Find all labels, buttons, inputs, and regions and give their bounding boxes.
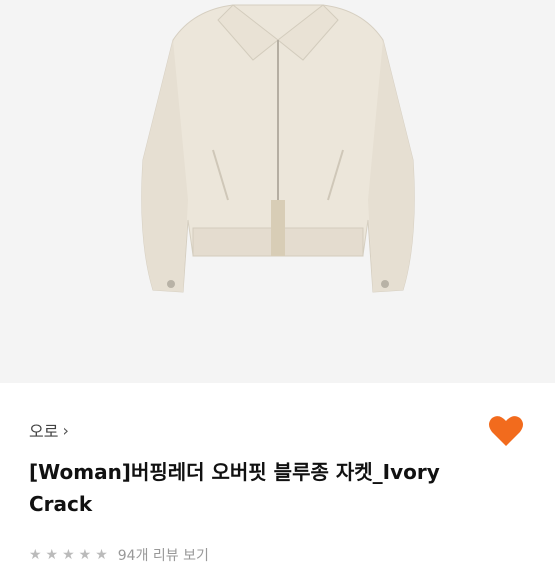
product-image bbox=[0, 0, 555, 383]
jacket-illustration bbox=[140, 4, 415, 293]
chevron-right-icon: › bbox=[62, 420, 69, 440]
brand-link[interactable]: 오로 › bbox=[29, 418, 69, 442]
heart-icon[interactable] bbox=[488, 414, 524, 448]
product-title: [Woman]버핑레더 오버핏 블루종 자켓_Ivory Crack bbox=[29, 460, 440, 516]
rating-row[interactable]: ★★★★★ 94개 리뷰 보기 bbox=[29, 545, 209, 565]
brand-name: 오로 bbox=[29, 422, 59, 441]
star-rating-icon: ★★★★★ bbox=[29, 547, 112, 563]
review-count: 94개 리뷰 보기 bbox=[117, 548, 209, 564]
